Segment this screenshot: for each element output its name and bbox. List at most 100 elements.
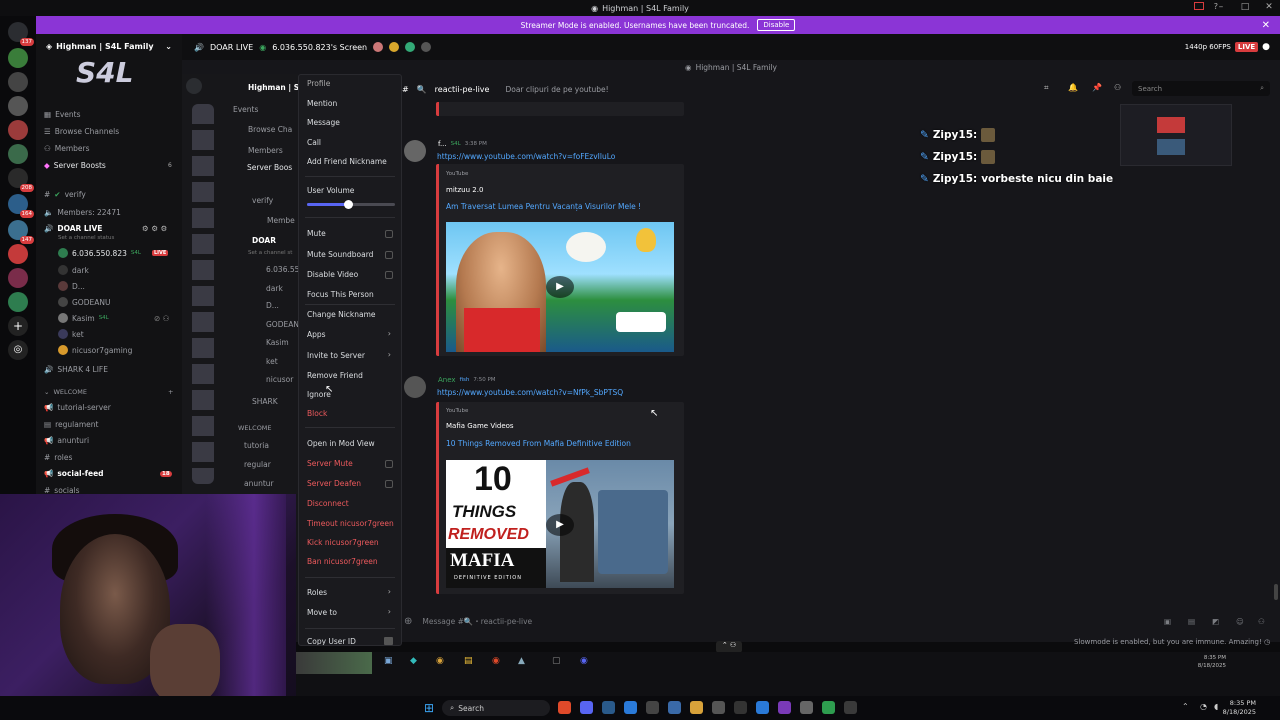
disable-streamer-mode-button[interactable]: Disable xyxy=(757,19,796,31)
server-icon[interactable] xyxy=(8,48,28,68)
menu-item-move-to[interactable]: Move to xyxy=(307,608,337,617)
minimize-button[interactable]: – xyxy=(1214,2,1228,12)
app-icon[interactable] xyxy=(778,701,791,714)
volume-handle[interactable] xyxy=(344,200,354,209)
inbox-icon[interactable] xyxy=(1193,2,1204,10)
server-icon[interactable]: 208 xyxy=(8,168,34,192)
sidebar-item-events[interactable]: ▦ Events xyxy=(44,110,81,119)
gift-icon[interactable]: ▣ xyxy=(1164,617,1171,626)
menu-item-call[interactable]: Call xyxy=(307,138,321,147)
channel-tutorial-server[interactable]: 📢 tutorial-server xyxy=(44,403,111,412)
channel-regulament[interactable]: ▤ regulament xyxy=(44,420,98,429)
threads-icon[interactable]: ⌗ xyxy=(1044,83,1054,93)
mute-soundboard-checkbox[interactable] xyxy=(385,251,393,259)
app-icon[interactable] xyxy=(734,701,747,714)
discover-icon[interactable]: ◎ xyxy=(8,340,28,360)
server-mute-checkbox[interactable] xyxy=(385,460,393,468)
menu-item-ban[interactable]: Ban nicusor7green xyxy=(307,557,378,566)
voice-user-streamer[interactable]: 6.036.550.823 S4L LIVE xyxy=(58,248,169,258)
youtube-link[interactable]: https://www.youtube.com/watch?v=foFEzvIl… xyxy=(437,152,615,161)
voice-user[interactable]: D... xyxy=(58,281,85,291)
embed-title[interactable]: 10 Things Removed From Mafia Definitive … xyxy=(446,439,631,448)
channel-social-feed[interactable]: 📢 social-feed 18 xyxy=(44,469,172,478)
close-icon[interactable]: ✕ xyxy=(1262,20,1270,31)
server-icon[interactable] xyxy=(8,96,28,116)
menu-item-message[interactable]: Message xyxy=(307,118,340,127)
wifi-icon[interactable]: ◔ xyxy=(1200,702,1207,711)
app-icon[interactable] xyxy=(712,701,725,714)
user-icon[interactable]: ● xyxy=(1262,42,1270,52)
menu-item-profile[interactable]: Profile xyxy=(307,79,330,88)
voice-user[interactable]: nicusor7gaming xyxy=(58,345,132,355)
taskbar-search[interactable]: ⌕ Search xyxy=(442,700,550,716)
add-channel-icon[interactable]: + xyxy=(168,388,173,396)
close-window-button[interactable]: ✕ xyxy=(1262,2,1276,12)
user-volume-slider[interactable] xyxy=(307,200,395,209)
app-icon[interactable] xyxy=(800,701,813,714)
menu-item-mention[interactable]: Mention xyxy=(307,99,337,108)
emoji-icon[interactable]: ☺ xyxy=(1236,617,1244,626)
embed-author[interactable]: Mafia Game Videos xyxy=(446,422,514,430)
video-thumbnail[interactable]: ▶ xyxy=(446,222,674,352)
volume-icon[interactable]: ◖ xyxy=(1214,702,1218,711)
menu-item-block[interactable]: Block xyxy=(307,409,327,418)
apps-icon[interactable]: ⚇ xyxy=(1258,617,1265,626)
server-icon[interactable] xyxy=(8,292,28,312)
server-header[interactable]: ◈ Highman | S4L Family ⌄ xyxy=(36,34,182,58)
search-input[interactable]: Search ⌕ xyxy=(1132,81,1270,96)
voice-user[interactable]: Kasim S4L ⊘ ⚇ xyxy=(58,313,169,323)
menu-item-mute-soundboard[interactable]: Mute Soundboard xyxy=(307,250,373,259)
menu-item-invite-to-server[interactable]: Invite to Server xyxy=(307,351,365,360)
youtube-link[interactable]: https://www.youtube.com/watch?v=NfPk_SbP… xyxy=(437,388,623,397)
menu-item-server-deafen[interactable]: Server Deafen xyxy=(307,479,361,488)
avatar[interactable] xyxy=(404,376,426,398)
menu-item-add-friend-nickname[interactable]: Add Friend Nickname xyxy=(307,157,387,166)
voice-channel-shark[interactable]: 🔊 SHARK 4 LIFE xyxy=(44,365,108,374)
menu-item-remove-friend[interactable]: Remove Friend xyxy=(307,371,363,380)
menu-item-kick[interactable]: Kick nicusor7green xyxy=(307,538,379,547)
pin-icon[interactable]: 📌 xyxy=(1092,83,1102,93)
menu-item-disable-video[interactable]: Disable Video xyxy=(307,270,358,279)
chrome-icon[interactable] xyxy=(558,701,571,714)
menu-item-open-mod-view[interactable]: Open in Mod View xyxy=(307,439,375,448)
play-icon[interactable]: ▶ xyxy=(546,276,574,298)
xbox-icon[interactable] xyxy=(822,701,835,714)
server-icon[interactable] xyxy=(8,144,28,164)
discord-icon[interactable] xyxy=(580,701,593,714)
home-button[interactable]: 137 xyxy=(8,22,34,46)
tray-chevron-icon[interactable]: ⌃ xyxy=(1182,702,1189,711)
menu-item-apps[interactable]: Apps xyxy=(307,330,326,339)
channel-status[interactable]: Set a channel status xyxy=(58,235,114,241)
windows-start-icon[interactable]: ⊞ xyxy=(424,701,437,715)
maximize-button[interactable]: □ xyxy=(1238,2,1252,12)
gif-icon[interactable]: ▤ xyxy=(1188,617,1195,626)
file-explorer-icon[interactable] xyxy=(690,701,703,714)
taskbar-clock[interactable]: 8:35 PM 8/18/2025 xyxy=(1223,699,1256,717)
message-author[interactable]: Anex fish 7:50 PM xyxy=(438,376,496,384)
app-icon[interactable] xyxy=(756,701,769,714)
channel-verify[interactable]: # ✔ verify xyxy=(44,190,86,199)
avatar[interactable] xyxy=(404,140,426,162)
menu-item-server-mute[interactable]: Server Mute xyxy=(307,459,353,468)
menu-item-focus-person[interactable]: Focus This Person xyxy=(307,290,374,299)
video-thumbnail[interactable]: 10 THINGS REMOVED MAFIA DEFINITIVE EDITI… xyxy=(446,460,674,588)
server-deafen-checkbox[interactable] xyxy=(385,480,393,488)
menu-item-roles[interactable]: Roles xyxy=(307,588,327,597)
server-icon[interactable] xyxy=(8,120,28,140)
mute-checkbox[interactable] xyxy=(385,230,393,238)
vscode-icon[interactable] xyxy=(624,701,637,714)
app-icon[interactable] xyxy=(844,701,857,714)
embed-title[interactable]: Am Traversat Lumea Pentru Vacanța Visuri… xyxy=(446,202,641,211)
message-composer[interactable]: ⊕ Message #🔍・reactii-pe-live ▣ ▤ ◩ ☺ ⚇ xyxy=(404,612,1274,630)
member-list-icon[interactable]: ⚇ xyxy=(1114,83,1124,93)
add-server-icon[interactable]: + xyxy=(8,316,28,336)
composer-input[interactable]: Message #🔍・reactii-pe-live xyxy=(422,616,532,627)
menu-item-disconnect[interactable]: Disconnect xyxy=(307,499,349,508)
add-attachment-icon[interactable]: ⊕ xyxy=(404,616,412,627)
voice-channel-doar-live[interactable]: 🔊 DOAR LIVE ⚙ ⚙ ⚙ xyxy=(44,224,167,233)
server-icon[interactable] xyxy=(8,268,28,288)
sidebar-item-members[interactable]: ⚇ Members xyxy=(44,144,90,153)
menu-item-copy-user-id[interactable]: Copy User ID xyxy=(307,637,356,645)
disable-video-checkbox[interactable] xyxy=(385,271,393,279)
voice-user[interactable]: dark xyxy=(58,265,89,275)
